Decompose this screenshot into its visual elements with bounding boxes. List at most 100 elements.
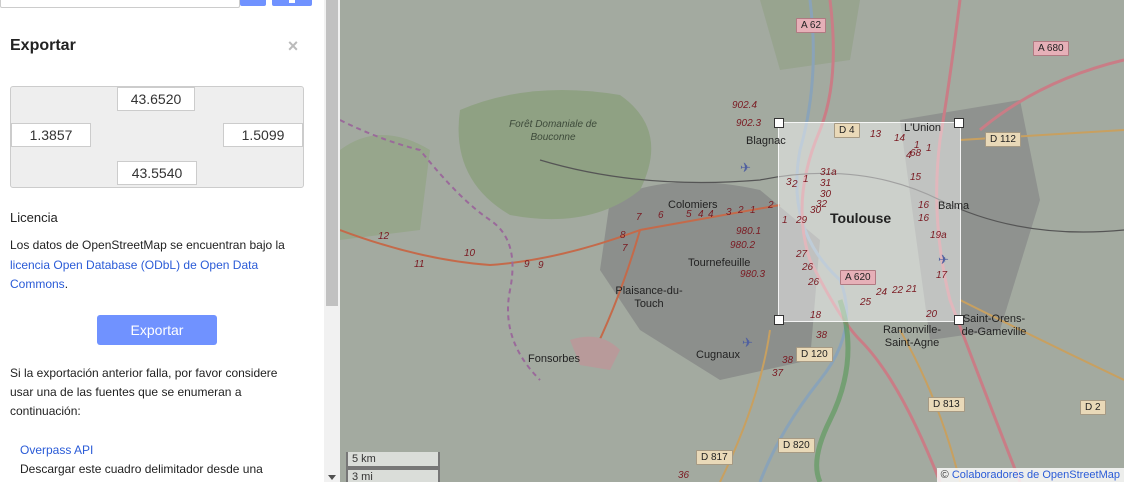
route-number: 2	[768, 200, 774, 211]
place-label-blagnac: Blagnac	[746, 135, 786, 147]
route-number: 29	[796, 215, 808, 226]
scale-bar-imperial: 3 mi	[346, 468, 440, 482]
road-shield-a62: A 62	[796, 18, 827, 33]
road-shield-d120: D 120	[796, 347, 833, 362]
route-number: 6	[658, 210, 664, 221]
route-number: 17	[936, 270, 948, 281]
route-number: 19a	[930, 230, 947, 241]
panel-title: Exportar	[10, 37, 76, 54]
license-link[interactable]: licencia Open Database (ODbL) de Open Da…	[10, 258, 258, 292]
airport-icon: ✈	[740, 160, 751, 175]
route-number: 31a	[820, 167, 837, 178]
route-number: 980.2	[730, 240, 756, 251]
license-text-before: Los datos de OpenStreetMap se encuentran…	[10, 238, 285, 252]
route-number: 26	[808, 277, 820, 288]
route-number: 20	[926, 309, 938, 320]
route-number: 5	[686, 209, 692, 220]
route-number: 2	[792, 179, 798, 190]
place-label-plaisance: Plaisance-du-Touch	[615, 285, 683, 310]
map-view[interactable]: Toulouse Blagnac L'Union Balma Colomiers…	[340, 0, 1124, 482]
south-latitude-input[interactable]	[117, 161, 197, 185]
route-number: 3	[786, 177, 792, 188]
route-number: 13	[870, 129, 882, 140]
road-shield-d817: D 817	[696, 450, 733, 465]
route-number: 4	[698, 209, 704, 220]
airport-icon: ✈	[742, 335, 753, 350]
route-number: 1	[750, 205, 756, 216]
route-number: 8	[620, 230, 626, 241]
east-longitude-input[interactable]	[223, 123, 303, 147]
route-number: 11	[414, 259, 425, 270]
route-number: 12	[378, 231, 390, 242]
route-number: 4	[708, 209, 714, 220]
map-attribution: © Colaboradores de OpenStreetMap	[936, 468, 1124, 482]
route-number: 10	[464, 248, 476, 259]
route-number: 36	[678, 470, 690, 481]
route-number: 16	[918, 200, 930, 211]
route-number: 30	[810, 205, 822, 216]
license-heading: Licencia	[10, 210, 58, 225]
route-number: 38	[816, 330, 828, 341]
route-number: 7	[636, 212, 642, 223]
search-input[interactable]	[0, 0, 240, 8]
road-shield-d112: D 112	[985, 132, 1021, 147]
place-label-toulouse: Toulouse	[830, 210, 892, 226]
route-number: 31	[820, 178, 832, 189]
route-number: 902.4	[732, 100, 758, 111]
route-number: 980.1	[736, 226, 762, 237]
road-shield-d2: D 2	[1080, 400, 1106, 415]
search-button[interactable]	[240, 0, 266, 6]
route-number: 21	[906, 284, 918, 295]
license-text: Los datos de OpenStreetMap se encuentran…	[10, 236, 300, 295]
route-number: 68	[910, 148, 922, 159]
export-sidebar: Exportar × Licencia Los datos de OpenStr…	[0, 0, 324, 482]
route-number: 24	[876, 287, 888, 298]
attribution-link[interactable]: Colaboradores de OpenStreetMap	[952, 469, 1120, 481]
place-label-saint-orens: Saint-Orens-de-Gameville	[961, 313, 1027, 338]
license-text-after: .	[64, 277, 69, 291]
west-longitude-input[interactable]	[11, 123, 91, 147]
road-shield-d813: D 813	[928, 397, 965, 412]
scale-bar-metric: 5 km	[346, 452, 440, 468]
route-number: 26	[802, 262, 814, 273]
attribution-prefix: ©	[940, 469, 952, 481]
place-label-lunion: L'Union	[904, 122, 941, 134]
place-label-balma: Balma	[938, 200, 970, 212]
route-number: 902.3	[736, 118, 762, 129]
route-number: 15	[910, 172, 922, 183]
route-number: 9	[538, 260, 544, 271]
place-label-fonsorbes: Fonsorbes	[528, 353, 580, 365]
place-label-ramonville: Ramonville-Saint-Agne	[882, 324, 942, 349]
scrollbar-thumb[interactable]	[326, 0, 338, 306]
route-number: 1	[926, 143, 932, 154]
route-number: 1	[782, 215, 788, 226]
fallback-instructions: Si la exportación anterior falla, por fa…	[10, 366, 278, 418]
road-shield-d820: D 820	[778, 438, 815, 453]
scroll-down-arrow-icon[interactable]	[328, 475, 336, 480]
route-number: 16	[918, 213, 930, 224]
export-button[interactable]: Exportar	[97, 315, 217, 345]
route-number: 9	[524, 259, 530, 270]
route-number: 18	[810, 310, 822, 321]
route-number: 1	[803, 174, 809, 185]
overpass-description: Descargar este cuadro delimitador desde …	[20, 462, 263, 476]
place-label-foret-bouconne: Forêt Domaniale de Bouconne	[509, 119, 597, 143]
sidebar-scrollbar[interactable]	[324, 0, 340, 482]
directions-button[interactable]	[272, 0, 312, 6]
route-number: 22	[892, 285, 904, 296]
route-number: 27	[796, 249, 808, 260]
selection-handle-nw[interactable]	[774, 118, 784, 128]
route-number: 14	[894, 133, 906, 144]
route-number: 3	[726, 207, 732, 218]
road-shield-a680: A 680	[1033, 41, 1069, 56]
selection-handle-sw[interactable]	[774, 315, 784, 325]
bounding-box-fields	[10, 86, 304, 188]
route-number: 980.3	[740, 269, 766, 280]
close-icon[interactable]: ×	[286, 37, 300, 55]
overpass-api-link[interactable]: Overpass API	[20, 443, 93, 457]
route-number: 25	[860, 297, 872, 308]
selection-handle-ne[interactable]	[954, 118, 964, 128]
route-number: 37	[772, 368, 784, 379]
road-shield-a620: A 620	[840, 270, 876, 285]
north-latitude-input[interactable]	[117, 87, 195, 111]
